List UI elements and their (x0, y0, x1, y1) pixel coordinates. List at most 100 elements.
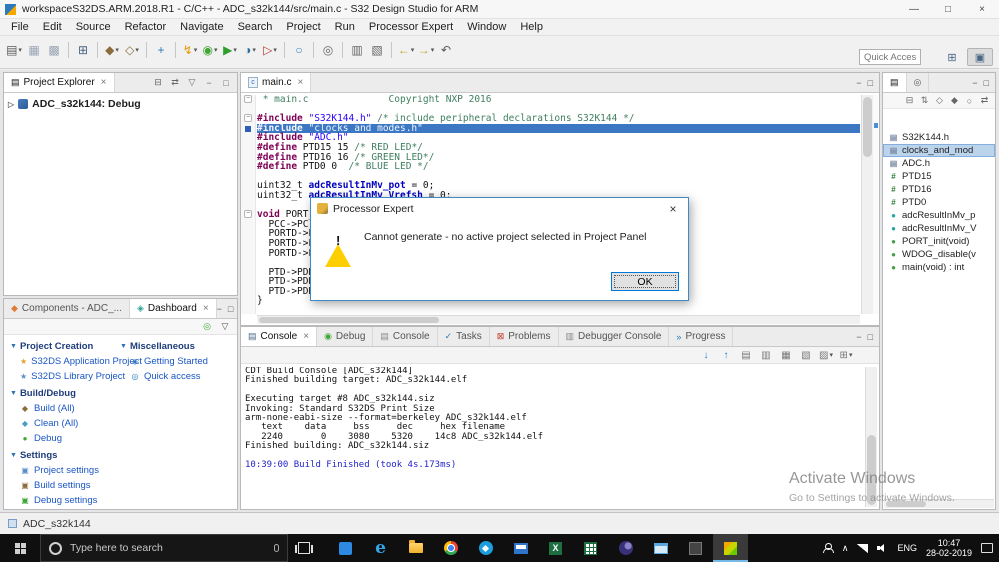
pin-console-button[interactable]: ▦ (777, 348, 795, 363)
store-taskbar-button[interactable] (328, 534, 363, 562)
menu-help[interactable]: Help (513, 21, 550, 33)
maximize-button[interactable]: □ (868, 332, 873, 342)
menu-refactor[interactable]: Refactor (118, 21, 174, 33)
hide-fields-button[interactable]: ◇ (933, 95, 946, 106)
terminal-button[interactable]: ⊞ (73, 40, 93, 60)
build-all-link[interactable]: ◆ Build (All) (10, 401, 116, 416)
menu-source[interactable]: Source (69, 21, 118, 33)
close-button[interactable]: × (965, 0, 999, 18)
back-button[interactable]: ← ▾ (396, 40, 416, 60)
getting-started-link[interactable]: ◈ Getting Started (120, 354, 237, 369)
menu-search[interactable]: Search (231, 21, 280, 33)
close-icon[interactable]: × (101, 77, 107, 88)
outline-item[interactable]: ● WDOG_disable(v (883, 248, 995, 261)
maximize-button[interactable]: □ (228, 304, 233, 314)
volume-icon[interactable] (877, 544, 888, 552)
outline-item[interactable]: ● main(void) : int (883, 261, 995, 274)
menu-navigate[interactable]: Navigate (173, 21, 230, 33)
section-collapse-icon[interactable]: ▼ (10, 343, 17, 350)
start-button[interactable] (0, 534, 40, 562)
show-on-output-button[interactable]: ▤ (737, 348, 755, 363)
scrollbar-thumb[interactable] (259, 317, 439, 323)
outline-item[interactable]: ▤ ADC.h (883, 157, 995, 170)
minimize-button[interactable]: − (217, 304, 222, 314)
outline-item[interactable]: # PTD16 (883, 183, 995, 196)
build-all-button[interactable]: ◆ ▾ (102, 40, 122, 60)
tab-main-c[interactable]: c main.c × (241, 73, 312, 92)
horizontal-scrollbar[interactable] (257, 315, 860, 324)
search-button[interactable]: ○ (289, 40, 309, 60)
hide-non-public-button[interactable]: ○ (963, 96, 976, 106)
profile-button[interactable]: ◑ ▾ (240, 40, 260, 60)
view-menu-button[interactable]: ▽ (219, 321, 231, 332)
occurrence-marker-icon[interactable] (874, 123, 878, 128)
tab-problems[interactable]: ⊠ Problems (490, 327, 559, 346)
tab-console[interactable]: ▤ Console (373, 327, 438, 346)
spreadsheet-taskbar-button[interactable] (573, 534, 608, 562)
horizontal-scrollbar[interactable] (884, 499, 994, 508)
outline-item[interactable]: ● adcResultInMv_p (883, 209, 995, 222)
menu-file[interactable]: File (4, 21, 36, 33)
collapse-all-button[interactable]: ⊟ (152, 77, 164, 88)
close-icon[interactable]: × (297, 77, 303, 88)
section-collapse-icon[interactable]: ▼ (120, 343, 127, 350)
display-console-button[interactable]: ▨ ▾ (817, 348, 835, 363)
new-library-project-link[interactable]: ★ S32DS Library Project (10, 369, 125, 384)
secondary-view-tab[interactable]: ◎ (907, 73, 930, 92)
external-tools-button[interactable]: ▷ ▾ (260, 40, 280, 60)
action-center-icon[interactable] (981, 543, 993, 553)
file-explorer-taskbar-button[interactable] (398, 534, 433, 562)
outline-tab[interactable]: ▤ (883, 73, 907, 92)
menu-edit[interactable]: Edit (36, 21, 69, 33)
language-indicator[interactable]: ENG (897, 543, 917, 553)
scroll-to-top-button[interactable]: ↑ (717, 348, 735, 363)
debug-settings-link[interactable]: ▣ Debug settings (10, 493, 116, 508)
tab-project-explorer[interactable]: ▤ Project Explorer × (4, 73, 115, 92)
menu-processor-expert[interactable]: Processor Expert (362, 21, 460, 33)
code-line[interactable]: * main.c Copyright NXP 2016 (257, 95, 860, 105)
scrollbar-thumb[interactable] (867, 435, 876, 505)
build-config-button[interactable]: ◇ ▾ (122, 40, 142, 60)
dev-tool-taskbar-button[interactable] (678, 534, 713, 562)
hide-static-button[interactable]: ◆ (948, 95, 961, 106)
toggle-comment-button[interactable]: ▥ (347, 40, 367, 60)
tab-progress[interactable]: » Progress (669, 327, 734, 346)
maximize-button[interactable]: □ (931, 0, 965, 18)
tab-dashboard[interactable]: ◈ Dashboard × (129, 299, 217, 318)
format-button[interactable]: ▧ (367, 40, 387, 60)
edge-taskbar-button[interactable]: e (363, 534, 398, 562)
browser-taskbar-button[interactable] (468, 534, 503, 562)
refresh-button[interactable]: ◎ (201, 321, 213, 332)
menu-project[interactable]: Project (279, 21, 327, 33)
scrollbar-thumb[interactable] (886, 501, 926, 507)
maximize-button[interactable]: □ (984, 78, 989, 88)
project-settings-link[interactable]: ▣ Project settings (10, 463, 116, 478)
save-button[interactable]: ▦ (24, 40, 44, 60)
hidden-icons-chevron-icon[interactable]: ∧ (842, 543, 849, 554)
tab-debugger-console[interactable]: ▥ Debugger Console (559, 327, 670, 346)
minimize-button[interactable]: − (856, 332, 861, 342)
collapse-all-button[interactable]: ⊟ (903, 95, 916, 106)
run-button[interactable]: ▶ ▾ (220, 40, 240, 60)
clock[interactable]: 10:47 28-02-2019 (926, 538, 972, 558)
new-project-wizard-button[interactable]: + (151, 40, 171, 60)
section-collapse-icon[interactable]: ▼ (10, 390, 17, 397)
close-icon[interactable]: × (303, 331, 309, 342)
s32ds-taskbar-button[interactable] (713, 534, 748, 562)
sort-button[interactable]: ⇅ (918, 95, 931, 106)
tab-tasks[interactable]: ✓ Tasks (438, 327, 490, 346)
link-editor-button[interactable]: ⇄ (169, 77, 181, 88)
debug-link[interactable]: ● Debug (10, 431, 116, 446)
vertical-scrollbar[interactable] (861, 95, 873, 314)
open-perspective-button[interactable]: ⊞ (939, 48, 965, 66)
outline-item[interactable]: ▤ clocks_and_mod (883, 144, 995, 157)
fold-marker-icon[interactable]: − (244, 114, 252, 123)
last-edit-button[interactable]: ↶ (436, 40, 456, 60)
close-icon[interactable]: × (658, 198, 688, 219)
expand-arrow-icon[interactable]: ▷ (8, 100, 14, 109)
build-settings-link[interactable]: ▣ Build settings (10, 478, 116, 493)
minimize-button[interactable]: − (972, 78, 977, 88)
close-icon[interactable]: × (203, 303, 209, 314)
outline-item[interactable]: ▤ S32K144.h (883, 131, 995, 144)
project-tree-item[interactable]: ▷ ADC_s32k144: Debug (4, 93, 237, 115)
